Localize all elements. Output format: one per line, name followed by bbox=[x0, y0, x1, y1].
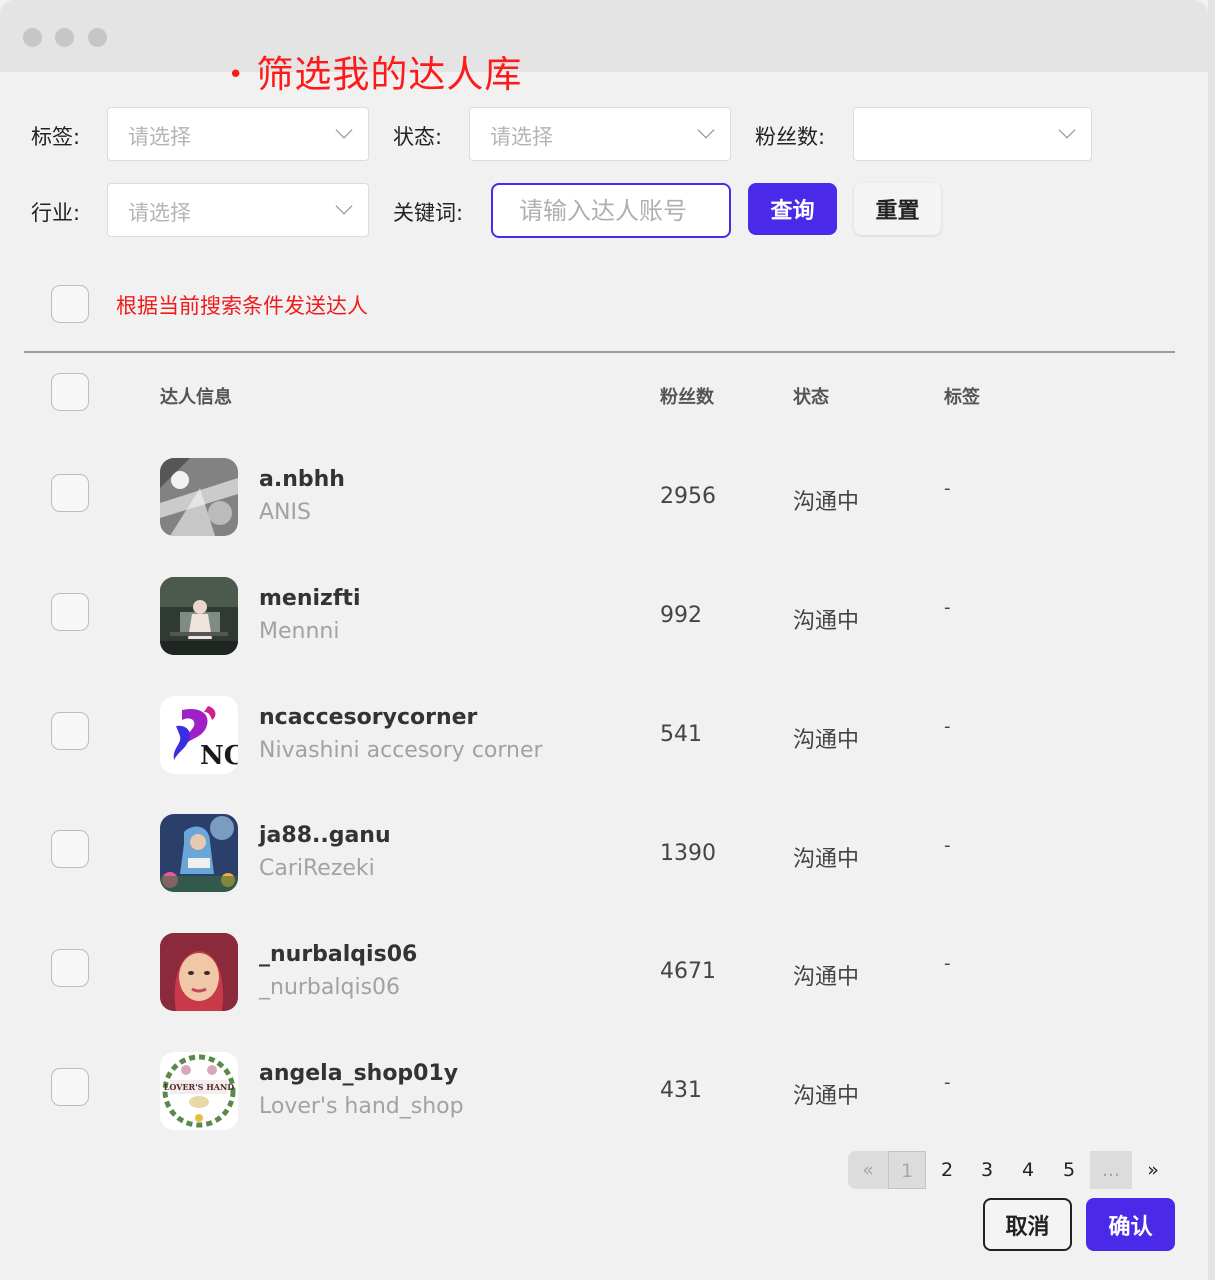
industry-select-placeholder: 请选择 bbox=[128, 201, 191, 225]
industry-select[interactable]: 请选择 bbox=[107, 183, 369, 237]
pagination-ellipsis: ... bbox=[1090, 1151, 1132, 1189]
annotation-title-text: 筛选我的达人库 bbox=[256, 53, 523, 96]
status-select-placeholder: 请选择 bbox=[490, 125, 553, 149]
row-checkbox[interactable] bbox=[51, 593, 89, 631]
creator-username: _nurbalqis06 bbox=[259, 942, 418, 967]
query-button[interactable]: 查询 bbox=[748, 183, 837, 235]
select-all-checkbox[interactable] bbox=[51, 373, 89, 411]
tag-select-placeholder: 请选择 bbox=[128, 125, 191, 149]
pagination-page-5[interactable]: 5 bbox=[1049, 1151, 1089, 1189]
creator-username: ja88..ganu bbox=[259, 823, 391, 848]
svg-text:LOVER'S HAND: LOVER'S HAND bbox=[164, 1082, 234, 1092]
avatar bbox=[160, 577, 238, 655]
header-creator-info: 达人信息 bbox=[160, 387, 232, 408]
pagination-next[interactable]: » bbox=[1133, 1151, 1173, 1189]
title-bar bbox=[0, 0, 1208, 72]
pagination-prev[interactable]: « bbox=[848, 1151, 888, 1189]
status-value: 沟通中 bbox=[793, 728, 860, 753]
status-value: 沟通中 bbox=[793, 490, 860, 515]
header-status: 状态 bbox=[793, 387, 829, 408]
creator-username: menizfti bbox=[259, 586, 361, 611]
dialog-window: • 筛选我的达人库 标签: 请选择 状态: 请选择 粉丝数: 行业: 请选择 关键… bbox=[0, 0, 1208, 1280]
status-select[interactable]: 请选择 bbox=[469, 107, 731, 161]
row-checkbox[interactable] bbox=[51, 712, 89, 750]
svg-text:NC: NC bbox=[200, 741, 238, 771]
avatar bbox=[160, 458, 238, 536]
tag-value: - bbox=[944, 716, 951, 737]
fans-count: 4671 bbox=[660, 959, 716, 984]
creator-nickname: Nivashini accesory corner bbox=[259, 738, 543, 763]
fans-count: 992 bbox=[660, 603, 702, 628]
confirm-button[interactable]: 确认 bbox=[1086, 1198, 1175, 1251]
bullet-dot: • bbox=[228, 60, 245, 90]
annotation-title: • 筛选我的达人库 bbox=[228, 44, 522, 98]
creator-username: a.nbhh bbox=[259, 467, 345, 492]
keyword-input[interactable] bbox=[491, 183, 731, 238]
fans-filter-label: 粉丝数: bbox=[755, 125, 826, 149]
creator-nickname: Lover's hand_shop bbox=[259, 1094, 464, 1119]
send-by-condition-checkbox[interactable] bbox=[51, 285, 89, 323]
row-checkbox[interactable] bbox=[51, 949, 89, 987]
header-tag: 标签 bbox=[944, 387, 980, 408]
pagination-page-4[interactable]: 4 bbox=[1008, 1151, 1048, 1189]
fans-count: 431 bbox=[660, 1078, 702, 1103]
window-minimize-dot[interactable] bbox=[55, 28, 74, 47]
window-edge bbox=[1208, 0, 1215, 1280]
status-value: 沟通中 bbox=[793, 965, 860, 990]
chevron-down-icon bbox=[697, 121, 715, 139]
industry-filter-label: 行业: bbox=[31, 201, 81, 225]
tag-select[interactable]: 请选择 bbox=[107, 107, 369, 161]
avatar: LOVER'S HAND bbox=[160, 1052, 238, 1130]
row-checkbox[interactable] bbox=[51, 1068, 89, 1106]
avatar bbox=[160, 814, 238, 892]
keyword-label: 关键词: bbox=[393, 201, 464, 225]
window-zoom-dot[interactable] bbox=[88, 28, 107, 47]
avatar bbox=[160, 933, 238, 1011]
fans-count: 541 bbox=[660, 722, 702, 747]
chevron-down-icon bbox=[335, 121, 353, 139]
creator-nickname: CariRezeki bbox=[259, 856, 375, 881]
status-value: 沟通中 bbox=[793, 1084, 860, 1109]
creator-username: ncaccesorycorner bbox=[259, 705, 478, 730]
header-fans: 粉丝数 bbox=[660, 387, 714, 408]
fans-select[interactable] bbox=[853, 107, 1092, 161]
row-checkbox[interactable] bbox=[51, 830, 89, 868]
row-checkbox[interactable] bbox=[51, 474, 89, 512]
tag-value: - bbox=[944, 953, 951, 974]
tag-value: - bbox=[944, 597, 951, 618]
tag-filter-label: 标签: bbox=[31, 125, 81, 149]
status-value: 沟通中 bbox=[793, 609, 860, 634]
creator-nickname: Mennni bbox=[259, 619, 340, 644]
cancel-button[interactable]: 取消 bbox=[983, 1198, 1072, 1251]
creator-nickname: ANIS bbox=[259, 500, 311, 525]
tag-value: - bbox=[944, 478, 951, 499]
fans-count: 1390 bbox=[660, 841, 716, 866]
chevron-down-icon bbox=[335, 197, 353, 215]
tag-value: - bbox=[944, 835, 951, 856]
chevron-down-icon bbox=[1058, 121, 1076, 139]
pagination-page-1[interactable]: 1 bbox=[888, 1151, 926, 1189]
window-close-dot[interactable] bbox=[23, 28, 42, 47]
pagination-page-3[interactable]: 3 bbox=[967, 1151, 1007, 1189]
divider bbox=[24, 351, 1175, 353]
avatar: NC bbox=[160, 696, 238, 774]
reset-button[interactable]: 重置 bbox=[854, 183, 941, 235]
fans-count: 2956 bbox=[660, 484, 716, 509]
status-filter-label: 状态: bbox=[393, 125, 443, 149]
creator-nickname: _nurbalqis06 bbox=[259, 975, 401, 1000]
tag-value: - bbox=[944, 1072, 951, 1093]
pagination-page-2[interactable]: 2 bbox=[927, 1151, 967, 1189]
creator-username: angela_shop01y bbox=[259, 1061, 459, 1086]
send-by-condition-label: 根据当前搜索条件发送达人 bbox=[116, 294, 368, 318]
status-value: 沟通中 bbox=[793, 847, 860, 872]
